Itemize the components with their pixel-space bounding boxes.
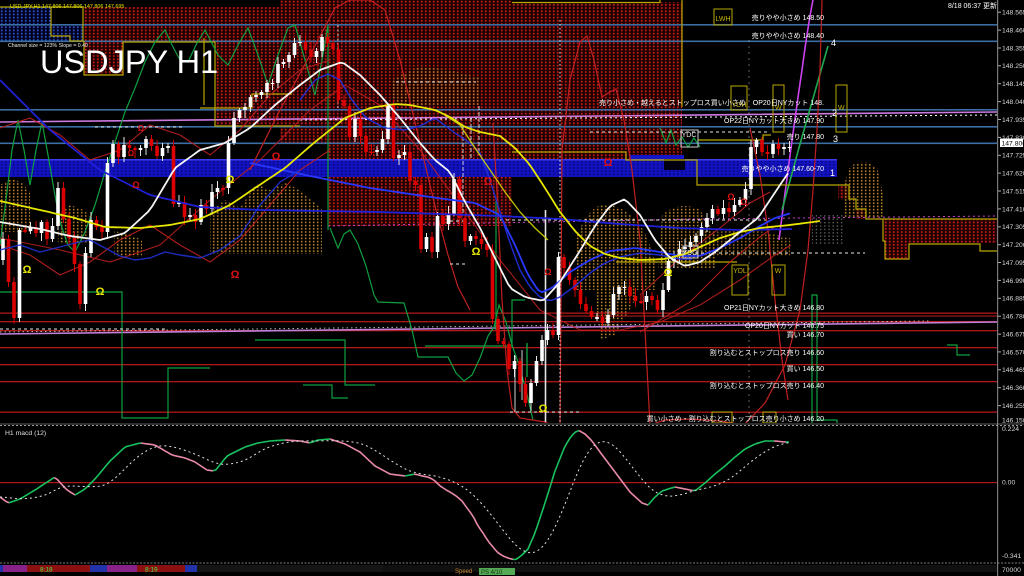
svg-text:147.515: 147.515: [1002, 188, 1024, 195]
svg-text:146.465: 146.465: [1002, 367, 1024, 374]
svg-text:146.885: 146.885: [1002, 296, 1024, 303]
svg-text:70000: 70000: [1002, 567, 1021, 574]
svg-text:YDO: YDO: [682, 250, 698, 257]
svg-text:146.990: 146.990: [1002, 278, 1024, 285]
svg-text:1: 1: [830, 168, 835, 178]
svg-text:4: 4: [831, 38, 836, 48]
svg-text:売りやや小さめ 148.40: 売りやや小さめ 148.40: [752, 31, 824, 40]
svg-text:OP22日NYカット大きめ 147.90: OP22日NYカット大きめ 147.90: [724, 116, 824, 125]
svg-text:146.360: 146.360: [1002, 385, 1024, 392]
svg-text:Ω: Ω: [226, 174, 235, 186]
svg-text:148.250: 148.250: [1002, 63, 1024, 70]
svg-text:Ω: Ω: [132, 180, 139, 190]
svg-text:146.570: 146.570: [1002, 349, 1024, 356]
svg-text:OP20日NYカット 146.75: OP20日NYカット 146.75: [745, 322, 824, 330]
svg-text:W: W: [775, 268, 782, 275]
svg-text:Ω: Ω: [664, 267, 673, 279]
svg-text:Ω: Ω: [740, 197, 747, 207]
svg-text:売り小さめ・越えるとストップロス買い小さめ OP20日NYカ: 売り小さめ・越えるとストップロス買い小さめ OP20日NYカット 148.: [599, 98, 824, 107]
svg-text:Ω: Ω: [604, 157, 613, 169]
svg-text:割り込むとストップロス売り 146.60: 割り込むとストップロス売り 146.60: [710, 348, 824, 357]
svg-text:146.255: 146.255: [1002, 403, 1024, 410]
svg-text:YDC: YDC: [682, 132, 697, 139]
svg-text:146.780: 146.780: [1002, 314, 1024, 321]
svg-text:売りやや小さめ 148.50: 売りやや小さめ 148.50: [752, 13, 824, 22]
svg-text:LWH: LWH: [715, 16, 730, 23]
svg-text:Ω: Ω: [231, 269, 240, 281]
svg-text:8:19: 8:19: [145, 567, 158, 574]
svg-text:147.935: 147.935: [1002, 117, 1024, 124]
svg-text:USDJPY H1: USDJPY H1: [40, 44, 218, 80]
svg-text:Ω: Ω: [138, 124, 145, 133]
svg-text:148.040: 148.040: [1002, 99, 1024, 106]
svg-text:-0.341: -0.341: [1002, 553, 1021, 560]
svg-text:147.200: 147.200: [1002, 242, 1024, 249]
svg-text:Speed: Speed: [455, 569, 472, 575]
svg-text:3: 3: [833, 134, 838, 144]
svg-text:148.145: 148.145: [1002, 81, 1024, 88]
svg-text:147.725: 147.725: [1002, 153, 1024, 160]
svg-text:147.806: 147.806: [1002, 141, 1024, 148]
svg-text:0.00: 0.00: [1002, 480, 1015, 487]
svg-text:Ω: Ω: [23, 264, 32, 276]
svg-text:YDL: YDL: [733, 268, 747, 275]
svg-text:Ω: Ω: [727, 192, 734, 202]
svg-text:売り 147.80: 売り 147.80: [787, 132, 824, 141]
svg-text:H1 macd (12): H1 macd (12): [5, 430, 46, 437]
svg-text:148.565: 148.565: [1002, 10, 1024, 17]
svg-text:Ω: Ω: [544, 267, 551, 277]
svg-text:Ω: Ω: [484, 176, 493, 188]
svg-text:147.095: 147.095: [1002, 260, 1024, 267]
svg-text:Ω: Ω: [128, 149, 135, 158]
svg-text:146.675: 146.675: [1002, 332, 1024, 339]
svg-text:買い小さめ・割り込むとストップロス売り小さめ 146.20: 買い小さめ・割り込むとストップロス売り小さめ 146.20: [647, 414, 824, 423]
svg-text:8/18 06:37 更新: 8/18 06:37 更新: [948, 1, 997, 10]
svg-text:8:18: 8:18: [40, 567, 53, 574]
svg-text:2: 2: [832, 108, 837, 118]
svg-text:OP21日NYカット大きめ 146.80: OP21日NYカット大きめ 146.80: [724, 303, 824, 312]
svg-text:Ω: Ω: [272, 151, 281, 163]
svg-text:147.410: 147.410: [1002, 206, 1024, 213]
svg-text:147.620: 147.620: [1002, 171, 1024, 178]
svg-text:0.224: 0.224: [1002, 426, 1019, 433]
svg-text:148.355: 148.355: [1002, 45, 1024, 52]
svg-text:USD.JPY,H1 147.806 147.806 14: USD.JPY,H1 147.806 147.806 147.806 147.6…: [10, 4, 124, 10]
svg-text:146.150: 146.150: [1002, 418, 1024, 425]
svg-text:Ω: Ω: [472, 246, 481, 258]
svg-text:Ω: Ω: [96, 286, 105, 298]
svg-text:売りやや小さめ 147.60-70: 売りやや小さめ 147.60-70: [742, 164, 825, 173]
svg-text:Ω: Ω: [539, 403, 548, 415]
svg-text:買い 146.50: 買い 146.50: [787, 365, 824, 373]
svg-text:割り込むとストップロス売り 146.40: 割り込むとストップロス売り 146.40: [710, 381, 824, 390]
svg-text:PS 4/10: PS 4/10: [481, 570, 503, 576]
svg-text:147.305: 147.305: [1002, 224, 1024, 231]
svg-text:148.460: 148.460: [1002, 28, 1024, 35]
svg-text:W: W: [838, 105, 845, 112]
svg-text:買い 146.70: 買い 146.70: [787, 331, 824, 339]
